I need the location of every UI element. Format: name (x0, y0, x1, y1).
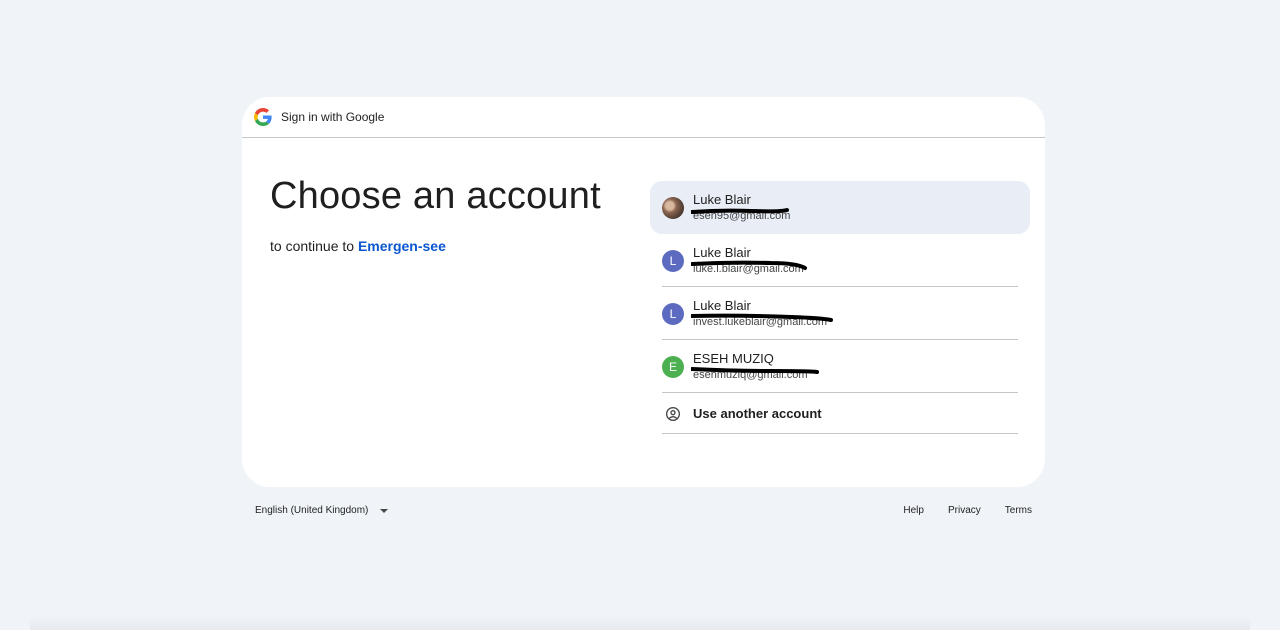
help-link[interactable]: Help (903, 505, 924, 516)
use-another-account-button[interactable]: Use another account (650, 393, 1030, 434)
account-item[interactable]: L Luke Blair invest.lukeblair@gmail.com (650, 287, 1030, 340)
account-item[interactable]: E ESEH MUZIQ esehmuziq@gmail.com (650, 340, 1030, 393)
avatar: E (662, 355, 684, 378)
divider (662, 433, 1018, 434)
bottom-shadow (30, 616, 1250, 630)
page-title: Choose an account (270, 175, 601, 217)
account-item[interactable]: L Luke Blair luke.l.blair@gmail.com (650, 234, 1030, 287)
avatar: L (662, 302, 684, 325)
card-header: Sign in with Google (242, 97, 1045, 138)
google-g-icon (254, 108, 272, 126)
account-item[interactable]: Luke Blair eseh95@gmail.com (650, 181, 1030, 234)
terms-link[interactable]: Terms (1005, 505, 1032, 516)
avatar (662, 196, 684, 219)
sign-in-card: Sign in with Google Choose an account to… (242, 97, 1045, 487)
account-name: Luke Blair (693, 245, 751, 260)
language-label: English (United Kingdom) (255, 505, 369, 516)
subtitle-prefix: to continue to (270, 238, 355, 254)
app-name-link[interactable]: Emergen-see (358, 238, 446, 254)
account-list: Luke Blair eseh95@gmail.com L Luke Blair… (650, 181, 1030, 434)
subtitle: to continue to Emergen-see (270, 238, 601, 254)
use-another-account-label: Use another account (693, 406, 822, 421)
account-name: ESEH MUZIQ (693, 351, 774, 366)
account-circle-icon (665, 406, 681, 422)
footer-links: Help Privacy Terms (903, 505, 1032, 516)
header-title: Sign in with Google (281, 110, 385, 124)
language-selector[interactable]: English (United Kingdom) (255, 505, 389, 516)
account-name: Luke Blair (693, 298, 751, 313)
intro-section: Choose an account to continue to Emergen… (270, 175, 601, 254)
account-email: invest.lukeblair@gmail.com (693, 316, 828, 328)
account-email: eseh95@gmail.com (693, 210, 791, 222)
avatar: L (662, 249, 684, 272)
account-email: esehmuziq@gmail.com (693, 369, 808, 381)
account-name: Luke Blair (693, 192, 751, 207)
account-email: luke.l.blair@gmail.com (693, 263, 804, 275)
chevron-down-icon (380, 508, 389, 513)
privacy-link[interactable]: Privacy (948, 505, 981, 516)
